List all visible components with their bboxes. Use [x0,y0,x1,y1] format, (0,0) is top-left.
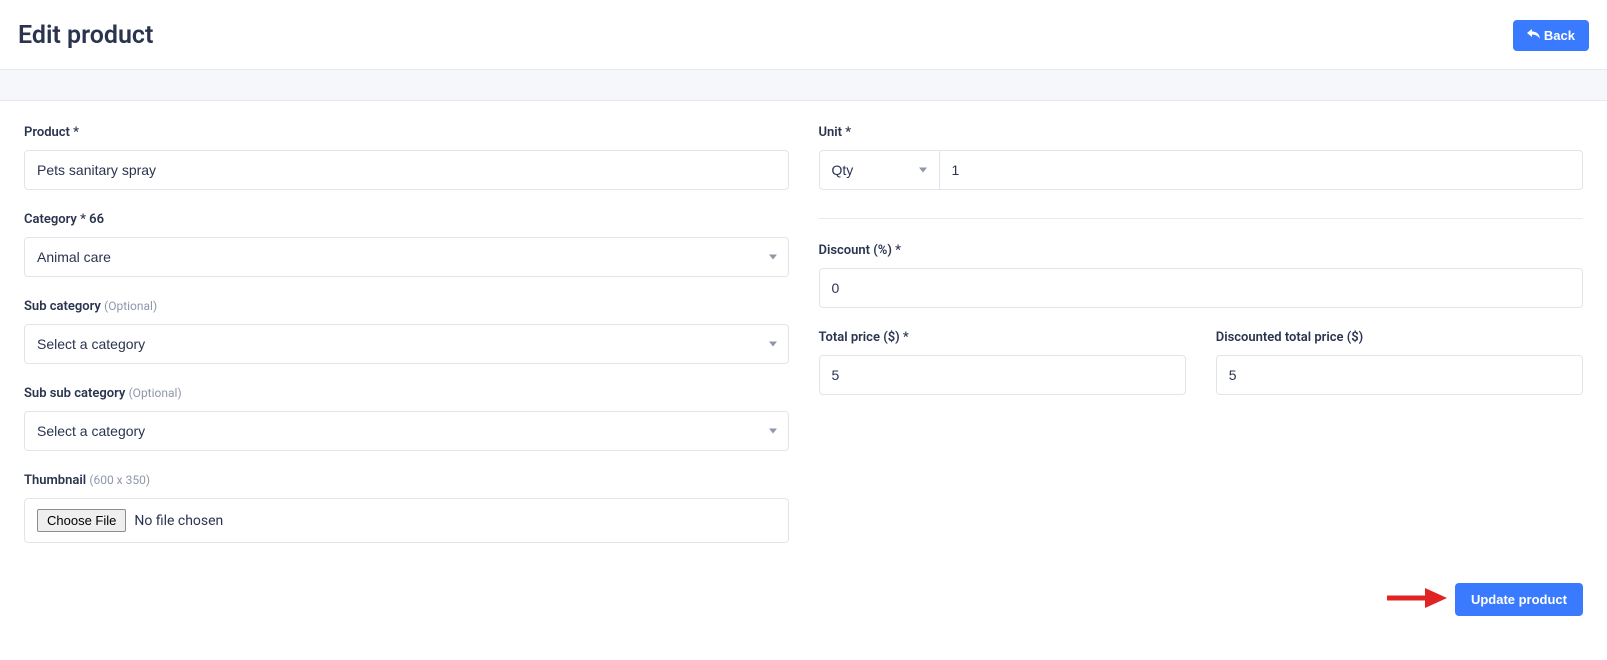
back-button[interactable]: Back [1513,20,1589,51]
page-header: Edit product Back [0,0,1607,69]
update-product-button[interactable]: Update product [1455,583,1583,616]
subcategory-optional: (Optional) [104,299,157,313]
category-select-value: Animal care [37,249,111,265]
product-field: Product * [24,125,789,190]
subcategory-select[interactable]: Select a category [24,324,789,364]
category-select-container: Animal care [24,237,789,277]
subcategory-field: Sub category (Optional) Select a categor… [24,299,789,364]
unit-row: Qty [819,150,1584,190]
category-select[interactable]: Animal care [24,237,789,277]
discounted-total-label: Discounted total price ($) [1216,330,1583,345]
thumbnail-field: Thumbnail (600 x 350) Choose File No fil… [24,473,789,543]
subcategory-label: Sub category (Optional) [24,299,789,314]
thumbnail-hint: (600 x 350) [89,473,150,487]
total-price-input[interactable] [819,355,1186,395]
arrow-callout-icon [1387,585,1447,615]
thumbnail-label-text: Thumbnail [24,473,89,488]
subcategory-label-text: Sub category [24,299,104,314]
product-label: Product * [24,125,789,140]
subsubcategory-label-text: Sub sub category [24,386,129,401]
unit-type-value: Qty [832,162,854,178]
unit-field: Unit * Qty [819,125,1584,190]
subsubcategory-select-container: Select a category [24,411,789,451]
left-column: Product * Category * 66 Animal care Sub … [24,125,789,565]
subsubcategory-optional: (Optional) [129,386,182,400]
footer-actions: Update product [0,583,1607,616]
subsubcategory-field: Sub sub category (Optional) Select a cat… [24,386,789,451]
subsubcategory-select[interactable]: Select a category [24,411,789,451]
subsubcategory-select-value: Select a category [37,423,145,439]
price-row: Total price ($) * Discounted total price… [819,330,1584,417]
subcategory-select-value: Select a category [37,336,145,352]
subsubcategory-label: Sub sub category (Optional) [24,386,789,401]
unit-label: Unit * [819,125,1584,140]
discounted-total-input[interactable] [1216,355,1583,395]
product-input[interactable] [24,150,789,190]
discount-input[interactable] [819,268,1584,308]
discount-field: Discount (%) * [819,243,1584,308]
discount-label: Discount (%) * [819,243,1584,258]
unit-type-select[interactable]: Qty [819,150,939,190]
back-button-label: Back [1544,28,1575,43]
total-price-label: Total price ($) * [819,330,1186,345]
subcategory-select-container: Select a category [24,324,789,364]
thumbnail-file-input[interactable]: Choose File No file chosen [24,498,789,543]
reply-arrow-icon [1527,28,1540,43]
unit-quantity-input[interactable] [939,150,1584,190]
section-divider [819,218,1584,219]
discounted-total-field: Discounted total price ($) [1216,330,1583,395]
category-field: Category * 66 Animal care [24,212,789,277]
total-price-field: Total price ($) * [819,330,1186,395]
page-title: Edit product [18,21,153,50]
choose-file-button[interactable]: Choose File [37,509,126,532]
edit-product-form: Product * Category * 66 Animal care Sub … [0,101,1607,565]
unit-select-wrap: Qty [819,150,939,190]
thumbnail-label: Thumbnail (600 x 350) [24,473,789,488]
separator-band [0,69,1607,101]
right-column: Unit * Qty Discount (%) * Total price ($… [819,125,1584,565]
category-label: Category * 66 [24,212,789,227]
no-file-chosen-text: No file chosen [134,513,223,529]
